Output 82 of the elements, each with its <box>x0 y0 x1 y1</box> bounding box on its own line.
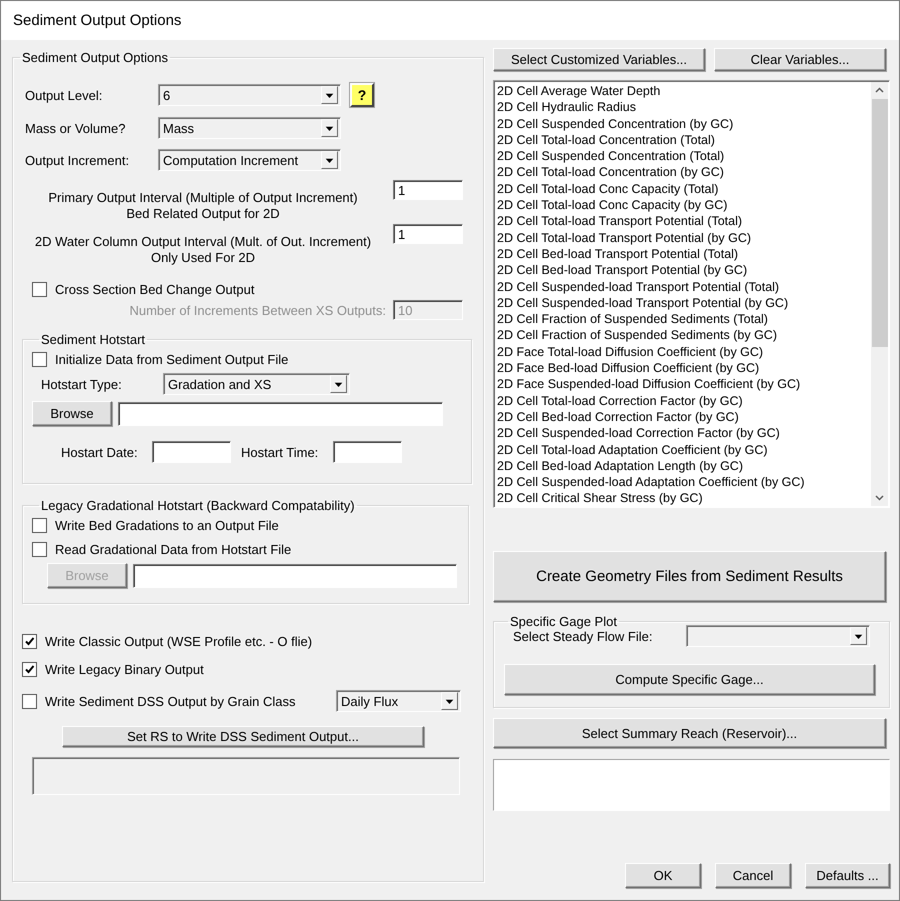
list-item[interactable]: 2D Cell Total-load Concentration (Total) <box>497 132 871 148</box>
list-item[interactable]: 2D Cell Hydraulic Radius <box>497 99 871 116</box>
checkbox-label: Initialize Data from Sediment Output File <box>55 352 288 367</box>
list-item[interactable]: 2D Face Suspended-load Diffusion Coefficient (by GC) <box>497 376 871 393</box>
list-item[interactable]: 2D Cell Total-load Correction Factor (by GC) <box>497 392 871 409</box>
compute-button[interactable]: Compute Specific Gage... <box>504 664 875 695</box>
date-field[interactable] <box>152 441 231 463</box>
checkbox-label: Write Sediment DSS Output by Grain Class <box>45 694 296 708</box>
dropdown[interactable]: Mass <box>158 117 341 139</box>
set-rs-button[interactable]: Set RS to Write DSS Sediment Output... <box>62 726 424 747</box>
browse-button[interactable]: Browse <box>32 401 112 426</box>
group-title: Sediment Output Options <box>21 50 169 65</box>
variables-button[interactable]: Select Customized Variables... <box>493 48 705 71</box>
group-title: Specific Gage Plot <box>509 614 618 629</box>
dropdown[interactable]: Computation Increment <box>158 149 341 171</box>
field-label: Bed Related Output for 2D <box>126 206 280 222</box>
checkbox[interactable] <box>22 694 37 708</box>
checkbox[interactable] <box>32 352 47 367</box>
time-field[interactable] <box>333 441 402 463</box>
checkbox[interactable] <box>32 542 47 557</box>
list-item[interactable]: 2D Cell Suspended-load Transport Potential (Total) <box>497 278 871 295</box>
list-item[interactable]: 2D Cell Total-load Concentration (by GC) <box>497 164 871 181</box>
list-item[interactable]: 2D Cell Fraction of Suspended Sediments (Total) <box>497 311 871 328</box>
field-label: Only Used For 2D <box>150 250 256 266</box>
variables-button[interactable]: Clear Variables... <box>714 48 886 71</box>
field-label: Select Steady Flow File: <box>513 628 654 644</box>
field-label: Output Level: <box>25 88 104 102</box>
list-item[interactable]: 2D Cell Total-load Transport Potential (by GC) <box>497 230 871 246</box>
checkbox-label: Cross Section Bed Change Output <box>55 282 254 297</box>
field-label: Mass or Volume? <box>25 120 126 136</box>
checkbox-label: Write Bed Gradations to an Output File <box>55 518 279 533</box>
create-geometry-button[interactable]: Create Geometry Files from Sediment Results <box>493 551 886 602</box>
list-item[interactable]: 2D Cell Total-load Conc Capacity (by GC) <box>497 197 871 214</box>
dropdown[interactable]: Daily Flux <box>336 690 461 712</box>
list-item[interactable]: 2D Face Bed-load Diffusion Coefficient (by GC) <box>497 360 871 376</box>
checkbox[interactable] <box>22 634 37 649</box>
checkbox-label: Read Gradational Data from Hotstart File <box>55 542 292 557</box>
field-label: Hostart Time: <box>241 444 320 460</box>
list-item[interactable]: 2D Cell Suspended-load Correction Factor (by GC) <box>497 425 871 442</box>
group-title: Sediment Hotstart <box>40 332 146 347</box>
list-item[interactable]: 2D Cell Critical Shear Stress (by GC) <box>497 490 871 507</box>
list-item[interactable]: 2D Cell Suspended Concentration (Total) <box>497 148 871 164</box>
list-item[interactable]: 2D Cell Bed-load Transport Potential (Total) <box>497 246 871 262</box>
list-item[interactable]: 2D Face Total-load Diffusion Coefficient (by GC) <box>497 344 871 360</box>
list-item[interactable]: 2D Cell Total-load Conc Capacity (Total) <box>497 180 871 198</box>
list-item[interactable]: 2D Cell Suspended-load Transport Potential (by GC) <box>497 294 871 312</box>
window-title: Sediment Output Options <box>13 12 182 29</box>
group-title: Legacy Gradational Hotstart (Backward Compatability) <box>40 498 356 513</box>
checkbox[interactable] <box>32 282 47 297</box>
list-item[interactable]: 2D Cell Average Water Depth <box>497 83 871 100</box>
list-item[interactable]: 2D Cell Suspended-load Adaptation Coefficient (by GC) <box>497 474 871 490</box>
field-label: Hostart Date: <box>61 444 139 460</box>
scroll-thumb[interactable] <box>872 99 888 347</box>
dialog-button[interactable]: OK <box>625 863 701 888</box>
checkbox[interactable] <box>32 518 47 533</box>
list-item[interactable]: 2D Cell Total-load Adaptation Coefficient (by GC) <box>497 442 871 458</box>
dialog-button[interactable]: Cancel <box>715 863 791 888</box>
input-field[interactable]: 1 <box>393 224 463 244</box>
dropdown[interactable]: Gradation and XS <box>163 373 350 395</box>
checkbox[interactable] <box>22 662 37 677</box>
field-label: Hotstart Type: <box>40 376 123 392</box>
list-item[interactable]: 2D Cell Fraction of Suspended Sediments (by GC) <box>497 327 871 344</box>
list-item[interactable]: 2D Cell Total-load Transport Potential (Total) <box>497 213 871 230</box>
field-label: Output Increment: <box>25 152 130 168</box>
file-path-field[interactable] <box>133 564 457 588</box>
list-item[interactable]: 2D Cell Bed-load Correction Factor (by GC) <box>497 408 871 426</box>
dialog-button[interactable]: Defaults ... <box>805 863 890 888</box>
field-label: Primary Output Interval (Multiple of Output Increment) <box>48 190 358 206</box>
summary-reach-button[interactable]: Select Summary Reach (Reservoir)... <box>493 718 886 748</box>
field-label: 2D Water Column Output Interval (Mult. of Out. Increment) <box>34 234 372 250</box>
dropdown[interactable]: 6 <box>158 84 341 106</box>
file-path-field[interactable] <box>118 402 443 426</box>
scrollbar[interactable] <box>871 82 888 506</box>
help-button[interactable]: ? <box>350 83 374 107</box>
list-item[interactable]: 2D Cell Bed-load Transport Potential (by GC) <box>497 262 871 279</box>
list-item[interactable]: 2D Cell Suspended Concentration (by GC) <box>497 116 871 132</box>
checkbox-label: Write Legacy Binary Output <box>45 662 204 677</box>
input-field[interactable]: 1 <box>393 180 463 200</box>
list-item[interactable]: 2D Cell Bed-load Adaptation Length (by GC) <box>497 458 871 474</box>
dropdown[interactable] <box>686 625 870 647</box>
checkbox-label: Write Classic Output (WSE Profile etc. - O flie) <box>45 634 312 649</box>
field-label: Number of Increments Between XS Outputs: <box>128 302 387 318</box>
